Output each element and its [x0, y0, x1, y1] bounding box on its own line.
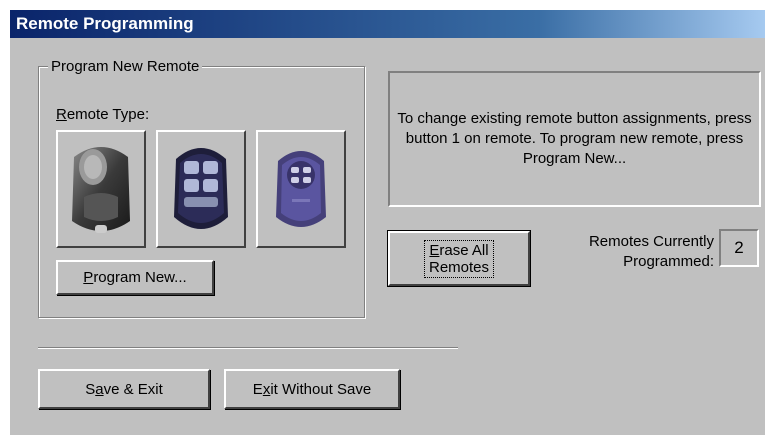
save-and-exit-button[interactable]: Save & Exit — [38, 369, 210, 409]
divider — [38, 347, 458, 349]
window-title: Remote Programming — [10, 10, 765, 38]
remote-four-button-icon — [174, 148, 228, 229]
remote-purple-icon — [276, 151, 326, 227]
remotes-programmed-count: 2 — [719, 229, 759, 267]
remote-type-option-1[interactable] — [56, 130, 146, 248]
group-legend: Program New Remote — [48, 58, 203, 75]
remote-type-option-3[interactable] — [256, 130, 346, 248]
program-new-button[interactable]: Program New... — [56, 260, 214, 295]
erase-all-remotes-button[interactable]: Erase All Remotes — [387, 230, 531, 287]
remote-type-option-2[interactable] — [156, 130, 246, 248]
remote-oval-grey-icon — [72, 147, 130, 233]
remote-type-label: Remote Type: — [56, 106, 150, 123]
remotes-programmed-label: Remotes Currently Programmed: — [588, 233, 714, 270]
instructions-text: To change existing remote button assignm… — [388, 71, 761, 207]
remote-programming-dialog: Remote Programming Program New Remote Re… — [10, 10, 765, 435]
exit-without-save-button[interactable]: Exit Without Save — [224, 369, 400, 409]
